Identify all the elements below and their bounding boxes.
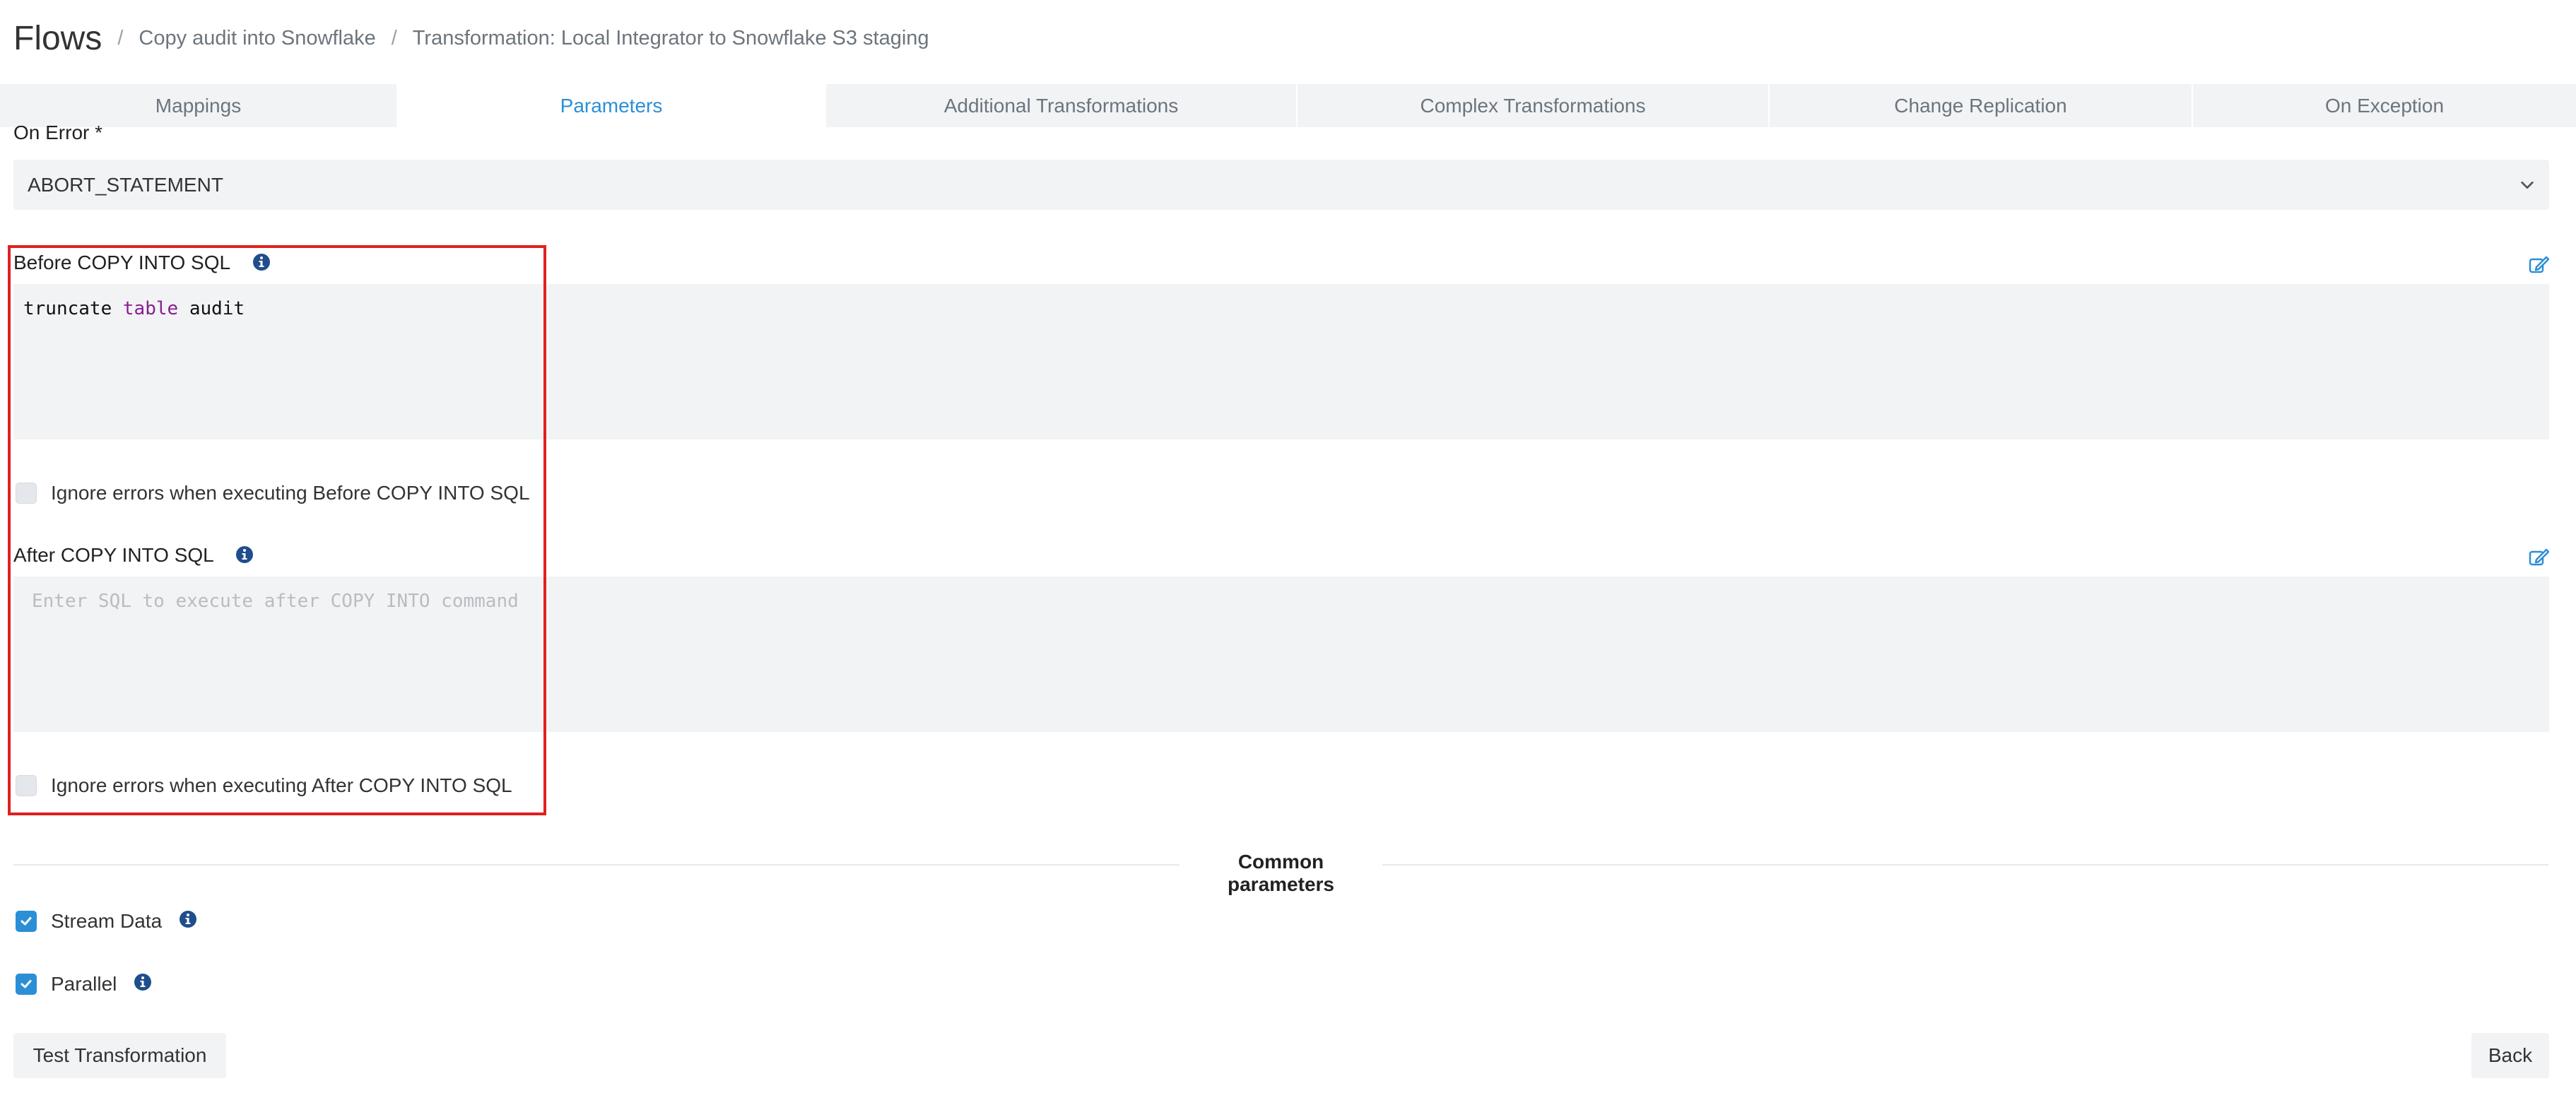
tab-mappings[interactable]: Mappings xyxy=(0,84,398,127)
checkmark-icon xyxy=(20,917,32,926)
sql-token: audit xyxy=(189,298,245,319)
test-transformation-button[interactable]: Test Transformation xyxy=(13,1033,226,1078)
after-sql-label: After COPY INTO SQL xyxy=(13,544,213,566)
breadcrumb-flow-link[interactable]: Copy audit into Snowflake xyxy=(139,27,375,50)
breadcrumb-transformation: Transformation: Local Integrator to Snow… xyxy=(412,26,929,49)
tab-parameters[interactable]: Parameters xyxy=(398,84,826,127)
tab-bar: Mappings Parameters Additional Transform… xyxy=(0,84,2576,127)
stream-data-row: Stream Data xyxy=(16,910,197,933)
info-icon[interactable] xyxy=(252,253,271,271)
on-error-value: ABORT_STATEMENT xyxy=(28,173,223,196)
tab-on-exception[interactable]: On Exception xyxy=(2193,84,2576,127)
divider-right xyxy=(1382,864,2548,865)
parallel-row: Parallel xyxy=(16,973,152,995)
after-sql-ignore-errors-label: Ignore errors when executing After COPY … xyxy=(51,774,512,796)
stream-data-checkbox[interactable] xyxy=(16,911,37,932)
on-error-label: On Error * xyxy=(13,126,102,147)
before-sql-label-row: Before COPY INTO SQL xyxy=(13,252,271,274)
after-sql-editor[interactable]: Enter SQL to execute after COPY INTO com… xyxy=(13,577,2549,732)
before-sql-label: Before COPY INTO SQL xyxy=(13,252,230,273)
tab-change-replication[interactable]: Change Replication xyxy=(1770,84,2193,127)
back-button[interactable]: Back xyxy=(2471,1033,2549,1078)
tab-complex-transformations[interactable]: Complex Transformations xyxy=(1298,84,1770,127)
after-sql-ignore-errors-checkbox[interactable] xyxy=(16,775,37,796)
flows-page: Flows / Copy audit into Snowflake / Tran… xyxy=(0,0,2576,1093)
on-error-select[interactable]: ABORT_STATEMENT xyxy=(13,160,2549,210)
breadcrumb-separator: / xyxy=(391,26,397,49)
before-sql-ignore-errors-row: Ignore errors when executing Before COPY… xyxy=(16,482,530,504)
breadcrumb: Flows / Copy audit into Snowflake / Tran… xyxy=(13,10,929,66)
on-error-label-text: On Error * xyxy=(13,126,103,143)
parallel-label: Parallel xyxy=(51,973,117,995)
stream-data-label: Stream Data xyxy=(51,910,163,932)
info-icon[interactable] xyxy=(235,545,254,564)
before-sql-ignore-errors-checkbox[interactable] xyxy=(16,483,37,504)
tab-additional-transformations[interactable]: Additional Transformations xyxy=(826,84,1298,127)
before-sql-ignore-errors-label: Ignore errors when executing Before COPY… xyxy=(51,482,530,504)
info-icon[interactable] xyxy=(134,973,152,991)
after-sql-placeholder: Enter SQL to execute after COPY INTO com… xyxy=(32,591,519,612)
checkmark-icon xyxy=(20,980,32,988)
parallel-checkbox[interactable] xyxy=(16,974,37,995)
edit-icon[interactable] xyxy=(2528,254,2549,276)
after-sql-label-row: After COPY INTO SQL xyxy=(13,544,254,567)
page-title: Flows xyxy=(13,19,102,57)
info-icon[interactable] xyxy=(179,910,197,928)
sql-keyword-token: table xyxy=(122,298,179,319)
sql-token: truncate xyxy=(23,298,112,319)
after-sql-ignore-errors-row: Ignore errors when executing After COPY … xyxy=(16,774,512,797)
chevron-down-icon xyxy=(2521,181,2534,189)
divider-left xyxy=(13,864,1180,865)
breadcrumb-separator: / xyxy=(117,26,124,49)
common-parameters-title: Common parameters xyxy=(1228,851,1334,895)
before-sql-editor[interactable]: truncate table audit xyxy=(13,284,2549,439)
edit-icon[interactable] xyxy=(2528,547,2549,568)
